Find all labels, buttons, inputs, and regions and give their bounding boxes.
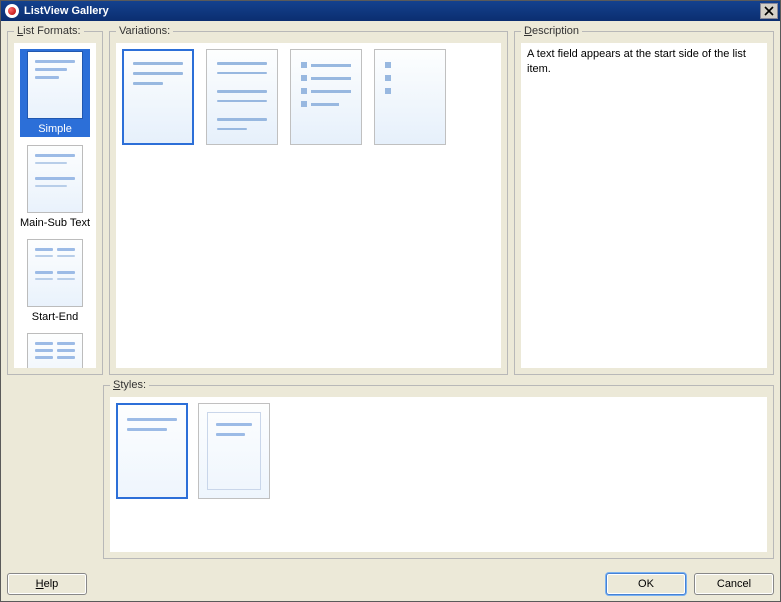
app-icon — [5, 4, 19, 18]
ok-button[interactable]: OK — [606, 573, 686, 595]
styles-legend: Styles: — [110, 379, 149, 391]
variation-item-3[interactable] — [290, 49, 362, 145]
title-bar: ListView Gallery — [1, 1, 780, 21]
variations-inner — [116, 43, 501, 368]
format-thumb-mainsub — [27, 145, 83, 213]
format-label: Simple — [38, 123, 72, 135]
styles-panel: Styles: — [103, 379, 774, 559]
format-item-simple[interactable]: Simple — [20, 49, 90, 137]
description-legend: Description — [521, 25, 582, 37]
format-thumb-simple — [27, 51, 83, 119]
format-label: Start-End — [32, 311, 78, 323]
dialog-window: ListView Gallery List Formats: Simple — [0, 0, 781, 602]
dialog-body: List Formats: Simple — [1, 21, 780, 569]
list-formats-list: Simple Main-Sub Text — [20, 49, 90, 368]
format-item-mainsub[interactable]: Main-Sub Text — [20, 143, 90, 231]
variations-panel: Variations: — [109, 25, 508, 375]
close-button[interactable] — [760, 3, 778, 19]
format-thumb-quadrant — [27, 333, 83, 368]
mid-row: Variations: — [109, 25, 774, 375]
format-thumb-startend — [27, 239, 83, 307]
format-item-startend[interactable]: Start-End — [20, 237, 90, 325]
description-text: A text field appears at the start side o… — [521, 43, 767, 368]
format-label: Main-Sub Text — [20, 217, 90, 229]
list-formats-inner: Simple Main-Sub Text — [14, 43, 96, 368]
list-formats-label-rest: ist Formats: — [23, 25, 80, 37]
styles-list — [116, 403, 761, 499]
window-title: ListView Gallery — [24, 5, 760, 17]
help-button[interactable]: Help — [7, 573, 87, 595]
variation-item-4[interactable] — [374, 49, 446, 145]
style-item-2[interactable] — [198, 403, 270, 499]
format-item-quadrant[interactable]: Quadrant — [20, 331, 90, 368]
styles-inner — [110, 397, 767, 552]
variation-item-2[interactable] — [206, 49, 278, 145]
close-icon — [764, 6, 774, 16]
variations-list — [122, 49, 495, 145]
variations-legend: Variations: — [116, 25, 173, 37]
upper-row: List Formats: Simple — [7, 25, 774, 375]
style-item-1[interactable] — [116, 403, 188, 499]
button-row: Help OK Cancel — [1, 569, 780, 601]
lower-row: Styles: — [7, 379, 774, 559]
formats-spacer — [7, 379, 97, 559]
list-formats-legend: List Formats: — [14, 25, 84, 37]
list-formats-panel: List Formats: Simple — [7, 25, 103, 375]
variation-item-1[interactable] — [122, 49, 194, 145]
description-panel: Description A text field appears at the … — [514, 25, 774, 375]
cancel-button[interactable]: Cancel — [694, 573, 774, 595]
